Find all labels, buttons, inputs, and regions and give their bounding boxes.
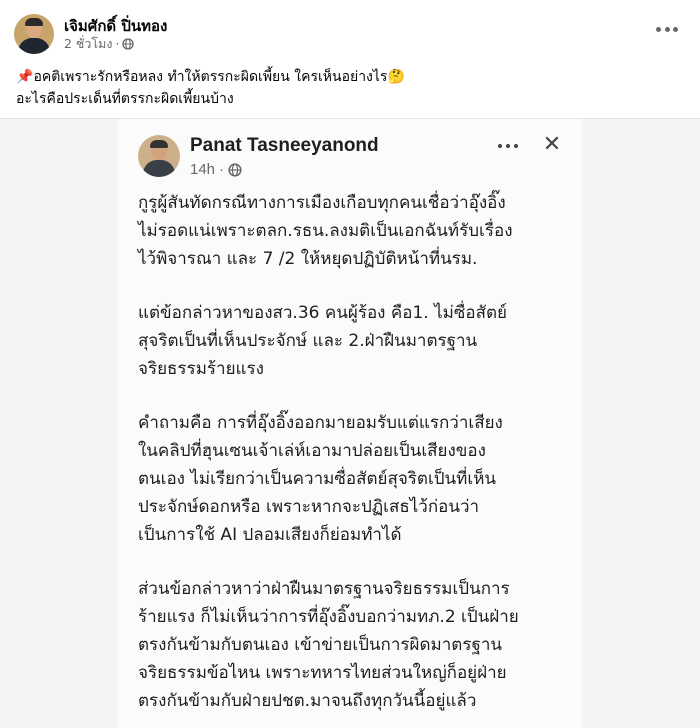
text-line: สุจริตเป็นที่เห็นประจักษ์ และ 2.ฝ่าฝืนมา… bbox=[138, 331, 478, 351]
text-line: ไม่รอดแน่เพราะตลก.รธน.ลงมติเป็นเอกฉันท์ร… bbox=[138, 221, 513, 241]
globe-icon[interactable] bbox=[122, 38, 135, 50]
text-line: ตรงกันข้ามกับฝ่ายปชต.มาจนถึงทุกวันนี้อยู… bbox=[138, 691, 477, 711]
text-line: เป็นการใช้ AI ปลอมเสียงก็ย่อมทำได้ bbox=[138, 525, 402, 545]
text-line: ประจักษ์ดอกหรือ เพราะหากจะปฏิเสธไว้ก่อนว… bbox=[138, 497, 480, 517]
text-line: จริยธรรมร้ายแรง bbox=[138, 359, 264, 379]
screenshot-author-name: Panat Tasneeyanond bbox=[190, 135, 379, 156]
screenshot-globe-icon bbox=[228, 162, 242, 177]
facebook-post-card: เจิมศักดิ์ ปิ่นทอง 2 ชั่วโมง · 📌อคติเพรา… bbox=[0, 0, 700, 728]
screenshot-author-avatar bbox=[138, 135, 180, 177]
screenshot-post-meta: 14h · bbox=[190, 161, 242, 178]
paragraph-4: ส่วนข้อกล่าวหาว่าฝ่าฝืนมาตรฐานจริยธรรมเป… bbox=[138, 575, 578, 715]
pin-icon: 📌 bbox=[16, 69, 34, 85]
more-dots-icon[interactable] bbox=[656, 24, 678, 34]
author-name[interactable]: เจิมศักดิ์ ปิ่นทอง bbox=[64, 16, 167, 36]
text-line: ตรงกันข้ามกับตนเอง เข้าข่ายเป็นการผิดมาต… bbox=[138, 635, 502, 655]
screenshot-meta-separator: · bbox=[219, 161, 225, 178]
caption-line-2: อะไรคือประเด็นที่ตรรกะผิดเพี้ยนบ้าง bbox=[16, 91, 234, 107]
screenshot-post-time: 14h bbox=[190, 161, 216, 178]
attached-screenshot-image[interactable]: Panat Tasneeyanond 14h · ✕ กูรูผู้สันทัด… bbox=[118, 119, 582, 728]
paragraph-2: แต่ข้อกล่าวหาของสว.36 คนผู้ร้อง คือ1. ไม… bbox=[138, 299, 578, 383]
text-line: แต่ข้อกล่าวหาของสว.36 คนผู้ร้อง คือ1. ไม… bbox=[138, 303, 507, 323]
text-line: จริยธรรมข้อไหน เพราะทหารไทยส่วนใหญ่ก็อยู… bbox=[138, 663, 507, 683]
text-line: คำถามคือ การที่อุ๊งอิ๊งออกมายอมรับแต่แรก… bbox=[138, 413, 503, 433]
paragraph-1: กูรูผู้สันทัดกรณีทางการเมืองเกือบทุกคนเช… bbox=[138, 189, 578, 273]
text-line: ร้ายแรง ก็ไม่เห็นว่าการที่อุ๊งอิ๊งบอกว่า… bbox=[138, 607, 519, 627]
caption-line-1: 📌อคติเพราะรักหรือหลง ทำให้ตรรกะผิดเพี้ยน… bbox=[16, 66, 686, 88]
text-line: กูรูผู้สันทัดกรณีทางการเมืองเกือบทุกคนเช… bbox=[138, 193, 506, 213]
text-line: ไว้พิจารณา และ 7 /2 ให้หยุดปฏิบัติหน้าที… bbox=[138, 249, 478, 269]
caption-text-1: อคติเพราะรักหรือหลง ทำให้ตรรกะผิดเพี้ยน … bbox=[33, 69, 405, 85]
post-time[interactable]: 2 ชั่วโมง bbox=[64, 36, 113, 52]
screenshot-post-body: กูรูผู้สันทัดกรณีทางการเมืองเกือบทุกคนเช… bbox=[138, 189, 578, 728]
post-header-text: เจิมศักดิ์ ปิ่นทอง 2 ชั่วโมง · bbox=[64, 16, 167, 52]
meta-separator: · bbox=[115, 36, 120, 51]
text-line: ส่วนข้อกล่าวหาว่าฝ่าฝืนมาตรฐานจริยธรรมเป… bbox=[138, 579, 510, 599]
screenshot-close-icon: ✕ bbox=[542, 132, 562, 157]
text-line: ในคลิปที่ฮุนเซนเจ้าเล่ห์เอามาปล่อยเป็นเส… bbox=[138, 441, 486, 461]
screenshot-more-dots-icon bbox=[498, 143, 518, 149]
post-header: เจิมศักดิ์ ปิ่นทอง 2 ชั่วโมง · bbox=[14, 14, 167, 54]
paragraph-3: คำถามคือ การที่อุ๊งอิ๊งออกมายอมรับแต่แรก… bbox=[138, 409, 578, 549]
text-line: ตนเอง ไม่เรียกว่าเป็นความซื่อสัตย์สุจริต… bbox=[138, 469, 497, 489]
post-meta: 2 ชั่วโมง · bbox=[64, 36, 167, 52]
post-caption: 📌อคติเพราะรักหรือหลง ทำให้ตรรกะผิดเพี้ยน… bbox=[16, 66, 686, 110]
author-avatar[interactable] bbox=[14, 14, 54, 54]
